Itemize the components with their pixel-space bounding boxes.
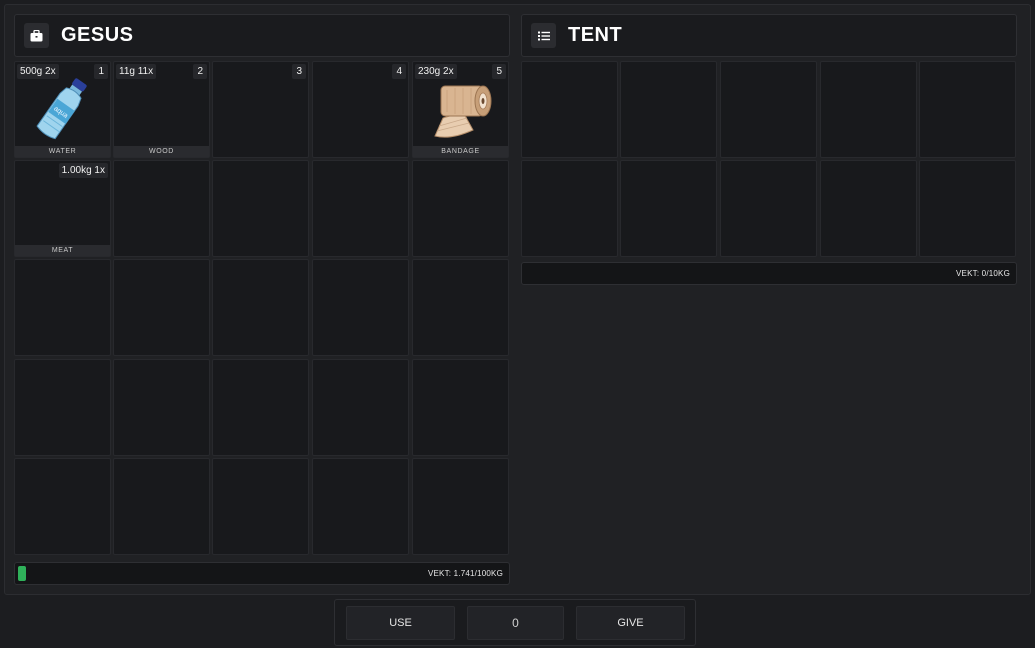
container-weight-bar: VEKT: 0/10KG — [521, 262, 1017, 285]
inventory-slot-empty[interactable] — [412, 160, 509, 257]
container-slot-empty[interactable] — [720, 61, 817, 158]
inventory-slot-empty[interactable] — [212, 458, 309, 555]
inventory-slot-empty[interactable] — [212, 259, 309, 356]
amount-input[interactable] — [467, 606, 564, 640]
slot-number: 1 — [94, 64, 108, 79]
inventory-slot-empty[interactable] — [113, 160, 210, 257]
inventory-slot-empty[interactable] — [14, 458, 111, 555]
player-inventory-header: GESUS — [14, 14, 510, 57]
inventory-slot-water[interactable]: 500g 2x 1 aqua WATER — [14, 61, 111, 158]
inventory-slot-empty[interactable] — [14, 259, 111, 356]
inventory-slot-4[interactable]: 4 — [312, 61, 409, 158]
player-weight-label: VEKT: 1.741/100KG — [427, 569, 503, 578]
container-slot-empty[interactable] — [820, 160, 917, 257]
inventory-slot-empty[interactable] — [312, 160, 409, 257]
container-slot-empty[interactable] — [521, 160, 618, 257]
briefcase-icon — [24, 23, 49, 48]
container-slot-empty[interactable] — [620, 61, 717, 158]
slot-weight: 230g 2x — [415, 64, 457, 79]
inventory-slot-empty[interactable] — [113, 259, 210, 356]
list-icon — [531, 23, 556, 48]
inventory-slot-empty[interactable] — [312, 259, 409, 356]
container-slot-empty[interactable] — [919, 61, 1016, 158]
inventory-slot-meat[interactable]: 1.00kg 1x MEAT — [14, 160, 111, 257]
slot-number: 4 — [392, 64, 406, 79]
inventory-slot-empty[interactable] — [212, 160, 309, 257]
item-label: MEAT — [15, 245, 110, 256]
container-slot-empty[interactable] — [620, 160, 717, 257]
slot-number: 2 — [193, 64, 207, 79]
inventory-slot-empty[interactable] — [412, 259, 509, 356]
container-header: TENT — [521, 14, 1017, 57]
player-inventory-panel: GESUS 500g 2x 1 aqua WATER 11g 11x 2 WOO… — [14, 14, 510, 585]
action-bar: USE GIVE — [334, 599, 696, 646]
container-slot-empty[interactable] — [919, 160, 1016, 257]
inventory-slot-3[interactable]: 3 — [212, 61, 309, 158]
slot-weight: 11g 11x — [116, 64, 157, 79]
use-button[interactable]: USE — [346, 606, 455, 640]
container-slot-empty[interactable] — [720, 160, 817, 257]
container-slot-empty[interactable] — [521, 61, 618, 158]
inventory-slot-wood[interactable]: 11g 11x 2 WOOD — [113, 61, 210, 158]
container-slot-empty[interactable] — [820, 61, 917, 158]
inventory-slot-empty[interactable] — [212, 359, 309, 456]
give-button[interactable]: GIVE — [576, 606, 685, 640]
bandage-roll-icon — [433, 85, 491, 138]
inventory-slot-empty[interactable] — [312, 458, 409, 555]
item-label: WOOD — [114, 146, 209, 157]
container-name: TENT — [568, 24, 623, 46]
slot-number: 5 — [492, 64, 506, 79]
inventory-slot-empty[interactable] — [113, 359, 210, 456]
inventory-slot-empty[interactable] — [412, 359, 509, 456]
inventory-slot-empty[interactable] — [312, 359, 409, 456]
water-bottle-icon: aqua — [35, 78, 87, 140]
item-label: BANDAGE — [413, 146, 508, 157]
inventory-slot-empty[interactable] — [113, 458, 210, 555]
item-label: WATER — [15, 146, 110, 157]
player-weight-bar: VEKT: 1.741/100KG — [14, 562, 510, 585]
player-weight-fill — [18, 566, 26, 581]
slot-number: 3 — [292, 64, 306, 79]
slot-weight: 1.00kg 1x — [58, 163, 108, 178]
inventory-slot-empty[interactable] — [412, 458, 509, 555]
container-weight-label: VEKT: 0/10KG — [956, 269, 1010, 278]
container-panel: TENT VEKT: 0/10KG — [521, 14, 1017, 285]
player-name: GESUS — [61, 24, 134, 46]
inventory-slot-bandage[interactable]: 230g 2x 5 BANDAGE — [412, 61, 509, 158]
inventory-slot-empty[interactable] — [14, 359, 111, 456]
